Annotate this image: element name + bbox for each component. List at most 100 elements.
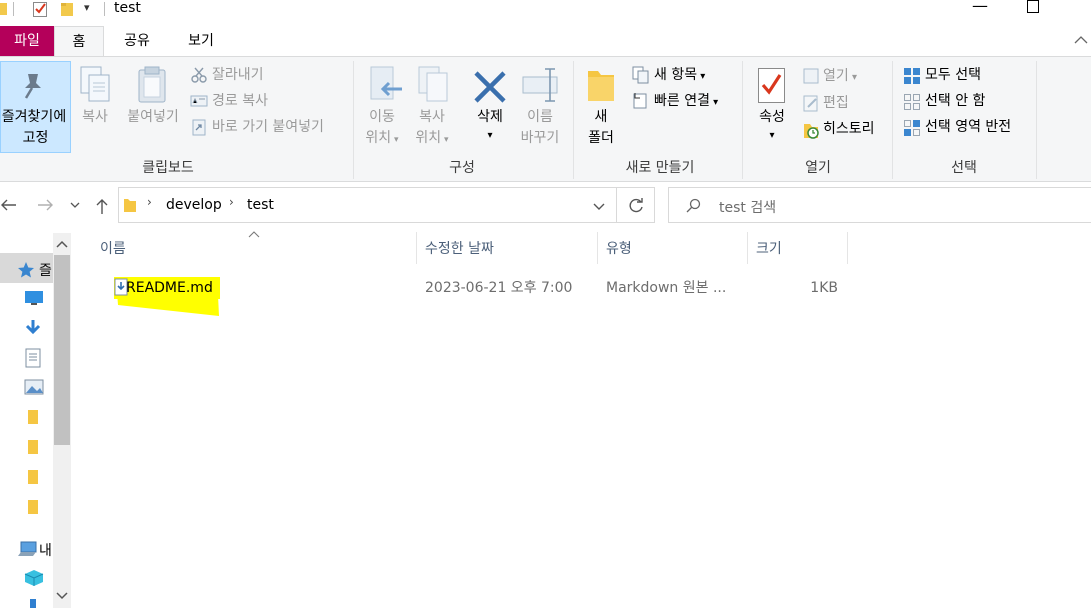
up-icon[interactable]: [94, 197, 110, 215]
divider[interactable]: [847, 232, 848, 264]
tab-home[interactable]: 홈: [54, 26, 104, 57]
invert-selection-button[interactable]: 선택 영역 반전: [925, 117, 1011, 137]
folder-icon[interactable]: [27, 598, 39, 608]
edit-button[interactable]: 편집: [823, 93, 849, 113]
breadcrumb-develop[interactable]: develop: [166, 197, 222, 213]
address-history-icon[interactable]: [592, 202, 606, 212]
column-header-size[interactable]: 크기: [756, 238, 782, 258]
history-button[interactable]: 히스토리: [823, 119, 875, 139]
new-item-button[interactable]: 새 항목 ▾: [654, 65, 705, 87]
divider: [573, 61, 574, 179]
ribbon-tabs: 파일 홈 공유 보기: [0, 26, 1091, 57]
sort-ascending-icon: [248, 231, 260, 238]
window-title: test: [114, 0, 141, 16]
delete-label[interactable]: 삭제: [468, 107, 512, 127]
paste-shortcut-button[interactable]: 바로 가기 붙여넣기: [212, 117, 324, 137]
paste-button[interactable]: 붙여넣기: [122, 107, 184, 127]
invert-selection-icon: [904, 120, 920, 136]
new-folder-label-2[interactable]: 폴더: [580, 128, 622, 148]
select-none-button[interactable]: 선택 안 함: [925, 91, 985, 111]
select-group-label: 선택: [951, 160, 977, 176]
move-to-button[interactable]: 위치 ▾: [359, 128, 405, 150]
folder-icon[interactable]: [27, 499, 39, 515]
easy-access-button[interactable]: 빠른 연결 ▾: [654, 91, 718, 113]
tab-file[interactable]: 파일: [0, 26, 54, 56]
back-icon[interactable]: [0, 197, 18, 213]
recent-locations-icon[interactable]: [69, 201, 81, 211]
pictures-icon[interactable]: [24, 379, 44, 395]
pin-label-2: 고정: [22, 130, 49, 146]
properties-quick-icon[interactable]: [32, 0, 48, 18]
folder-icon[interactable]: [27, 439, 39, 455]
column-header-name[interactable]: 이름: [100, 238, 126, 258]
address-bar[interactable]: › develop › test: [118, 187, 617, 223]
divider: [104, 2, 105, 16]
nav-scrollbar-thumb[interactable]: [54, 255, 70, 445]
clipboard-group-label: 클립보드: [142, 160, 194, 176]
maximize-button[interactable]: [1027, 0, 1039, 13]
3d-objects-icon[interactable]: [24, 569, 44, 587]
desktop-icon[interactable]: [24, 290, 44, 306]
open-group-label: 열기: [805, 160, 831, 176]
file-type: Markdown 원본 ...: [606, 280, 727, 296]
properties-label[interactable]: 속성: [752, 107, 792, 127]
file-date: 2023-06-21 오후 7:00: [425, 280, 573, 296]
folder-icon[interactable]: [27, 409, 39, 425]
refresh-button[interactable]: [617, 187, 655, 223]
divider[interactable]: [416, 232, 417, 264]
nav-this-pc[interactable]: 내: [0, 534, 53, 564]
divider: [1036, 61, 1037, 179]
easy-access-icon: [633, 93, 647, 109]
breadcrumb-chevron-icon[interactable]: ›: [147, 195, 152, 209]
documents-icon[interactable]: [25, 348, 41, 368]
rename-label-1[interactable]: 이름: [517, 107, 563, 127]
copy-button[interactable]: 복사: [76, 107, 114, 127]
divider[interactable]: [597, 232, 598, 264]
rename-label-2[interactable]: 바꾸기: [511, 128, 569, 148]
select-none-icon: [904, 94, 920, 110]
nav-quick-access[interactable]: 즐: [0, 253, 53, 283]
ribbon-collapse-icon[interactable]: [1073, 34, 1089, 46]
downloads-icon[interactable]: [24, 319, 42, 337]
select-all-icon: [904, 68, 920, 84]
move-to-label-1[interactable]: 이동: [360, 107, 404, 127]
column-header-date[interactable]: 수정한 날짜: [425, 238, 494, 258]
breadcrumb-chevron-icon[interactable]: ›: [229, 195, 234, 209]
select-all-button[interactable]: 모두 선택: [925, 65, 981, 85]
scissors-icon: [191, 67, 207, 83]
title-bar: ▾ test —: [0, 0, 1091, 26]
scroll-down-icon[interactable]: [56, 591, 68, 601]
tab-share[interactable]: 공유: [112, 26, 162, 56]
folder-icon[interactable]: [27, 469, 39, 485]
cut-button[interactable]: 잘라내기: [212, 65, 264, 85]
move-to-icon: [370, 66, 402, 100]
properties-dropdown-icon[interactable]: ▾: [752, 126, 792, 146]
new-item-label: 새 항목: [654, 67, 698, 83]
quick-access-dropdown-icon[interactable]: ▾: [84, 1, 90, 14]
breadcrumb-test[interactable]: test: [247, 197, 274, 213]
divider: [742, 61, 743, 179]
new-folder-label-1[interactable]: 새: [584, 107, 618, 127]
new-folder-quick-icon[interactable]: [60, 1, 74, 17]
forward-icon[interactable]: [36, 197, 56, 213]
divider[interactable]: [747, 232, 748, 264]
file-size: 1KB: [810, 280, 838, 296]
address-row: › develop › test test 검색: [0, 183, 1091, 229]
easy-access-label: 빠른 연결: [654, 93, 710, 109]
new-group-label: 새로 만들기: [625, 160, 695, 176]
search-input[interactable]: test 검색: [668, 187, 1091, 223]
minimize-button[interactable]: —: [972, 0, 988, 15]
file-name[interactable]: README.md: [126, 279, 213, 297]
copy-path-button[interactable]: 경로 복사: [212, 91, 268, 111]
pin-label-1: 즐겨찾기에: [1, 109, 67, 125]
tab-view[interactable]: 보기: [176, 26, 226, 56]
copy-to-label-1[interactable]: 복사: [410, 107, 454, 127]
scroll-up-icon[interactable]: [56, 239, 68, 249]
open-button[interactable]: 열기 ▾: [823, 66, 857, 88]
star-icon: [18, 262, 34, 278]
ribbon: 즐겨찾기에 고정 복사 붙여넣기 잘라내기 경로 복사 바로 가기 붙여넣기 클…: [0, 56, 1091, 182]
column-header-type[interactable]: 유형: [606, 238, 632, 258]
delete-dropdown-icon[interactable]: ▾: [468, 126, 512, 146]
copy-to-button[interactable]: 위치 ▾: [409, 128, 455, 150]
open-icon: [803, 68, 819, 84]
